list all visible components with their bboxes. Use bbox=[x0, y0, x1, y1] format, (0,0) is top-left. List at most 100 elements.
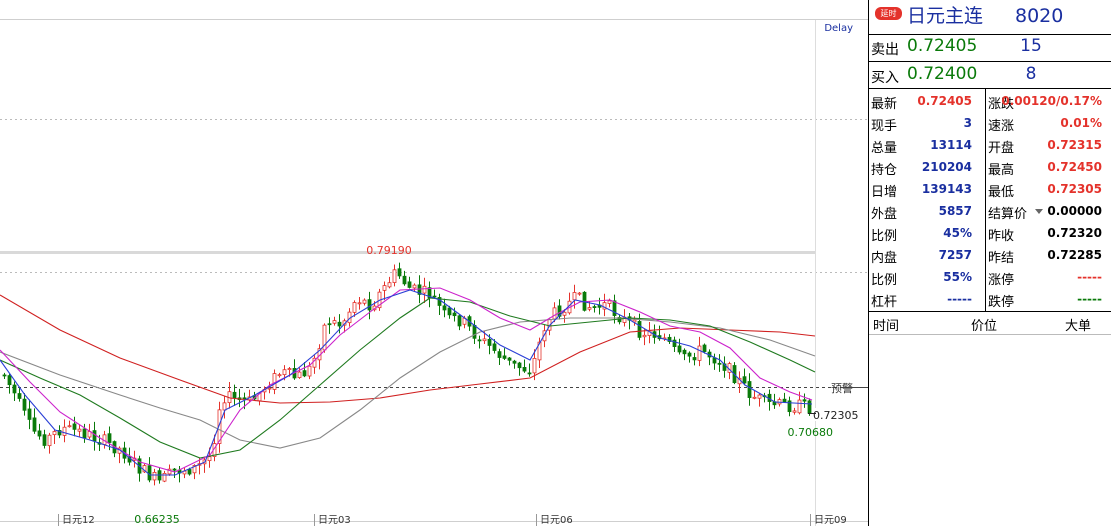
stat-row: 日增 139143 最低 0.72305 bbox=[869, 178, 1111, 200]
quote-panel: 延时 日元主连 8020 卖出 0.72405 15 买入 0.72400 8 … bbox=[868, 0, 1111, 526]
candle-body bbox=[797, 399, 802, 414]
candle-body bbox=[232, 391, 237, 399]
stat-label: 持仓 bbox=[871, 163, 898, 178]
low-price-label: 0.66235 bbox=[134, 513, 180, 526]
candle-body bbox=[587, 307, 592, 310]
candle-body bbox=[397, 268, 402, 277]
candle-body bbox=[297, 371, 302, 378]
candle-body bbox=[307, 365, 312, 377]
candle-body bbox=[12, 384, 17, 394]
orderbook-sell-row[interactable]: 卖出 0.72405 15 bbox=[869, 34, 1111, 62]
x-axis-label: 日元12 bbox=[62, 515, 95, 526]
stat-value: ----- bbox=[1077, 292, 1102, 306]
stat-value: 0.72450 bbox=[1047, 160, 1102, 174]
candle-body bbox=[782, 398, 787, 403]
dropdown-triangle-icon[interactable] bbox=[1035, 209, 1043, 214]
warning-label: 预警 bbox=[831, 381, 853, 395]
buy-price: 0.72400 bbox=[907, 64, 978, 84]
candle-body bbox=[172, 468, 177, 471]
tick-header-time: 时间 bbox=[873, 319, 900, 334]
stat-value: 13114 bbox=[930, 138, 972, 152]
candle-body bbox=[147, 465, 152, 481]
candle-body bbox=[442, 305, 447, 311]
candle-body bbox=[362, 299, 367, 304]
candle-body bbox=[82, 428, 87, 439]
candle-body bbox=[712, 357, 717, 364]
candle-body bbox=[37, 430, 42, 437]
stat-label: 外盘 bbox=[871, 207, 898, 222]
stat-value: 0.72320 bbox=[1047, 226, 1102, 240]
tick-header-big-order: 大单 bbox=[1065, 319, 1092, 334]
stat-row: 总量 13114 开盘 0.72315 bbox=[869, 134, 1111, 156]
candle-body bbox=[47, 434, 52, 447]
ma-line-blue bbox=[0, 289, 813, 476]
sell-label: 卖出 bbox=[871, 42, 899, 58]
stat-value: 0.00000 bbox=[1047, 204, 1102, 218]
candle-body bbox=[577, 292, 582, 295]
candle-body bbox=[332, 320, 337, 324]
stat-row: 内盘 7257 昨结 0.72285 bbox=[869, 244, 1111, 266]
stat-row: 杠杆 ----- 跌停 ----- bbox=[869, 288, 1111, 310]
buy-label: 买入 bbox=[871, 70, 899, 86]
stat-value: 210204 bbox=[921, 160, 972, 174]
kline-svg[interactable]: Delay 0.79190 0.66235 0.70680 预警 0.72305 日元12 日… bbox=[0, 0, 868, 526]
candle-body bbox=[802, 399, 807, 402]
stat-value: 0.72315 bbox=[1047, 138, 1102, 152]
candle-body bbox=[92, 430, 97, 442]
candle-body bbox=[512, 360, 517, 364]
candle-body bbox=[407, 281, 412, 288]
candle-body bbox=[792, 410, 797, 413]
tick-header-price: 价位 bbox=[971, 319, 998, 334]
candle-body bbox=[77, 428, 82, 432]
sell-volume: 15 bbox=[1020, 36, 1042, 56]
stat-label: 比例 bbox=[871, 273, 898, 288]
candle-body bbox=[747, 381, 752, 398]
candle-body bbox=[152, 471, 157, 481]
low-price-label: 0.70680 bbox=[788, 426, 834, 439]
stat-label: 结算价 bbox=[988, 207, 1028, 222]
candle-body bbox=[522, 367, 527, 372]
candle-body bbox=[67, 425, 72, 428]
stats-divider bbox=[985, 89, 986, 311]
candle-body bbox=[367, 299, 372, 311]
stat-label: 速涨 bbox=[988, 119, 1015, 134]
candle-body bbox=[807, 400, 812, 414]
stat-value: 55% bbox=[943, 270, 972, 284]
buy-volume: 8 bbox=[1025, 64, 1037, 84]
candle-body bbox=[692, 357, 697, 361]
delay-badge: 延时 bbox=[875, 7, 902, 20]
stat-label: 昨结 bbox=[988, 251, 1015, 266]
candle-body bbox=[42, 434, 47, 446]
candle-body bbox=[492, 343, 497, 351]
stat-label: 最新 bbox=[871, 97, 898, 112]
candle-body bbox=[452, 312, 457, 317]
stat-label: 日增 bbox=[871, 185, 898, 200]
candle-body bbox=[487, 338, 492, 346]
stat-row: 最新 0.72405 涨跌 0.00120/0.17% bbox=[869, 90, 1111, 112]
candle-body bbox=[52, 431, 57, 436]
stat-label: 比例 bbox=[871, 229, 898, 244]
stat-label: 最低 bbox=[988, 185, 1015, 200]
candle-body bbox=[702, 344, 707, 352]
candle-body bbox=[677, 345, 682, 353]
candle-body bbox=[357, 302, 362, 305]
kline-chart[interactable]: Delay 0.79190 0.66235 0.70680 预警 0.72305 日元12 日… bbox=[0, 0, 868, 526]
orderbook-buy-row[interactable]: 买入 0.72400 8 bbox=[869, 62, 1111, 90]
stat-value: 0.00120/0.17% bbox=[1001, 94, 1102, 108]
high-price-label: 0.79190 bbox=[366, 244, 412, 257]
stat-label: 涨停 bbox=[988, 273, 1015, 288]
stat-row: 外盘 5857 结算价 0.00000 bbox=[869, 200, 1111, 222]
candle-body bbox=[287, 368, 292, 370]
candle-body bbox=[27, 408, 32, 420]
sell-price: 0.72405 bbox=[907, 36, 978, 56]
stat-value: ----- bbox=[947, 292, 972, 306]
stat-label: 跌停 bbox=[988, 295, 1015, 310]
candle-body bbox=[7, 375, 12, 386]
candle-body bbox=[412, 284, 417, 289]
candle-body bbox=[572, 292, 577, 301]
last-price-label: 0.72305 bbox=[813, 409, 859, 422]
stat-value: 5857 bbox=[938, 204, 972, 218]
panel-header: 延时 日元主连 8020 bbox=[869, 0, 1111, 35]
candle-body bbox=[187, 469, 192, 475]
candle-body bbox=[447, 307, 452, 316]
